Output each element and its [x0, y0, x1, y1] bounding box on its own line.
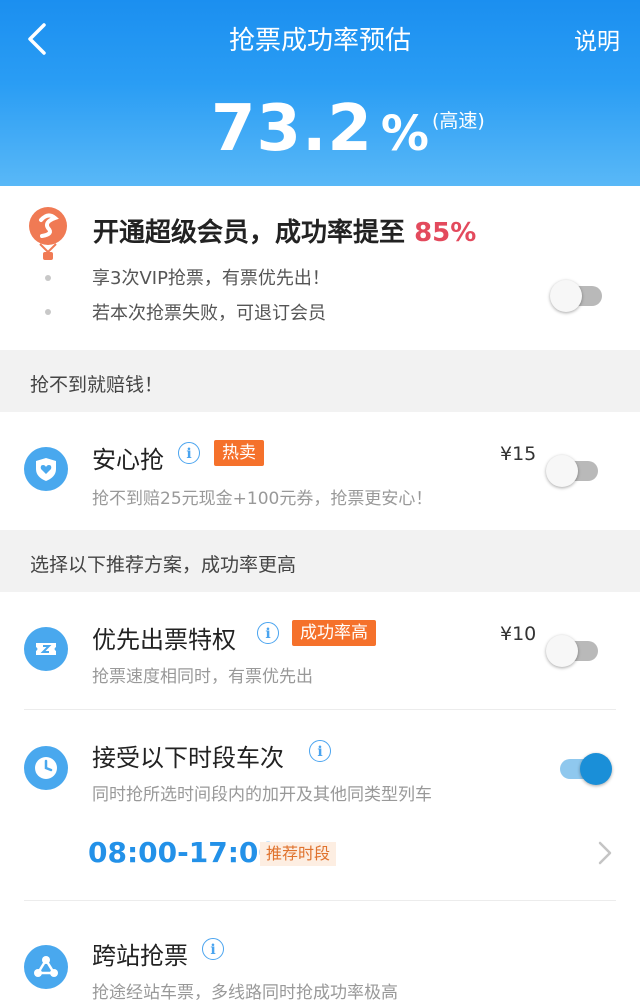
- hot-badge: 热卖: [214, 440, 264, 466]
- priority-desc: 抢票速度相同时，有票优先出: [92, 667, 313, 687]
- time-range[interactable]: 08:00-17:00: [88, 836, 278, 869]
- toggle-knob: [550, 280, 582, 312]
- shield-heart-icon: [24, 447, 68, 491]
- header: 抢票成功率预估 说明 73.2% (高速): [0, 0, 640, 186]
- anxin-title: 安心抢: [92, 446, 164, 474]
- success-rate-value: 73.2: [211, 92, 373, 166]
- info-icon[interactable]: i: [257, 622, 279, 644]
- priority-toggle[interactable]: [546, 633, 602, 667]
- ticket-icon: [24, 627, 68, 671]
- recommended-time-tag: 推荐时段: [260, 842, 337, 866]
- chevron-right-icon[interactable]: [596, 840, 614, 866]
- help-button[interactable]: 说明: [574, 22, 620, 56]
- band-text: 抢不到就赔钱！: [30, 374, 164, 396]
- band-text: 选择以下推荐方案，成功率更高: [30, 554, 297, 576]
- success-rate-unit: %: [380, 106, 429, 162]
- timeslot-toggle[interactable]: [556, 751, 612, 785]
- bullet-dot: [45, 275, 51, 281]
- divider: [24, 900, 616, 901]
- vip-title-percent: 85%: [414, 218, 477, 248]
- priority-price: ¥10: [500, 623, 537, 645]
- info-icon[interactable]: i: [309, 740, 331, 762]
- section-band-recommend: 选择以下推荐方案，成功率更高: [0, 530, 640, 592]
- vip-toggle[interactable]: [550, 278, 606, 312]
- toggle-knob: [546, 635, 578, 667]
- timeslot-title: 接受以下时段车次: [92, 744, 284, 772]
- timeslot-desc: 同时抢所选时间段内的加开及其他同类型列车: [92, 785, 432, 805]
- route-nodes-icon: [24, 945, 68, 989]
- section-band-compensation: 抢不到就赔钱！: [0, 350, 640, 412]
- divider: [24, 709, 616, 710]
- info-icon[interactable]: i: [202, 938, 224, 960]
- page-title: 抢票成功率预估: [228, 26, 411, 56]
- success-rate: 73.2% (高速): [0, 92, 640, 166]
- anxin-price: ¥15: [500, 443, 537, 465]
- cross-title: 跨站抢票: [92, 942, 188, 970]
- success-badge: 成功率高: [292, 620, 376, 646]
- success-rate-tag: (高速): [432, 110, 485, 132]
- toggle-knob: [546, 455, 578, 487]
- info-icon[interactable]: i: [178, 442, 200, 464]
- vip-title-text: 开通超级会员，成功率提至: [93, 218, 415, 248]
- anxin-toggle[interactable]: [546, 453, 602, 487]
- vip-bullet-1: 享3次VIP抢票，有票优先出！: [92, 268, 330, 289]
- balloon-icon: [29, 207, 67, 260]
- anxin-desc: 抢不到赔25元现金+100元券，抢票更安心！: [92, 489, 433, 509]
- toggle-knob: [580, 753, 612, 785]
- bullet-dot: [45, 309, 51, 315]
- vip-bullet-2: 若本次抢票失败，可退订会员: [92, 303, 326, 324]
- priority-title: 优先出票特权: [92, 626, 236, 654]
- cross-desc: 抢途经站车票，多线路同时抢成功率极高: [92, 983, 398, 1003]
- clock-icon: [24, 746, 68, 790]
- vip-title: 开通超级会员，成功率提至 85%: [93, 212, 476, 249]
